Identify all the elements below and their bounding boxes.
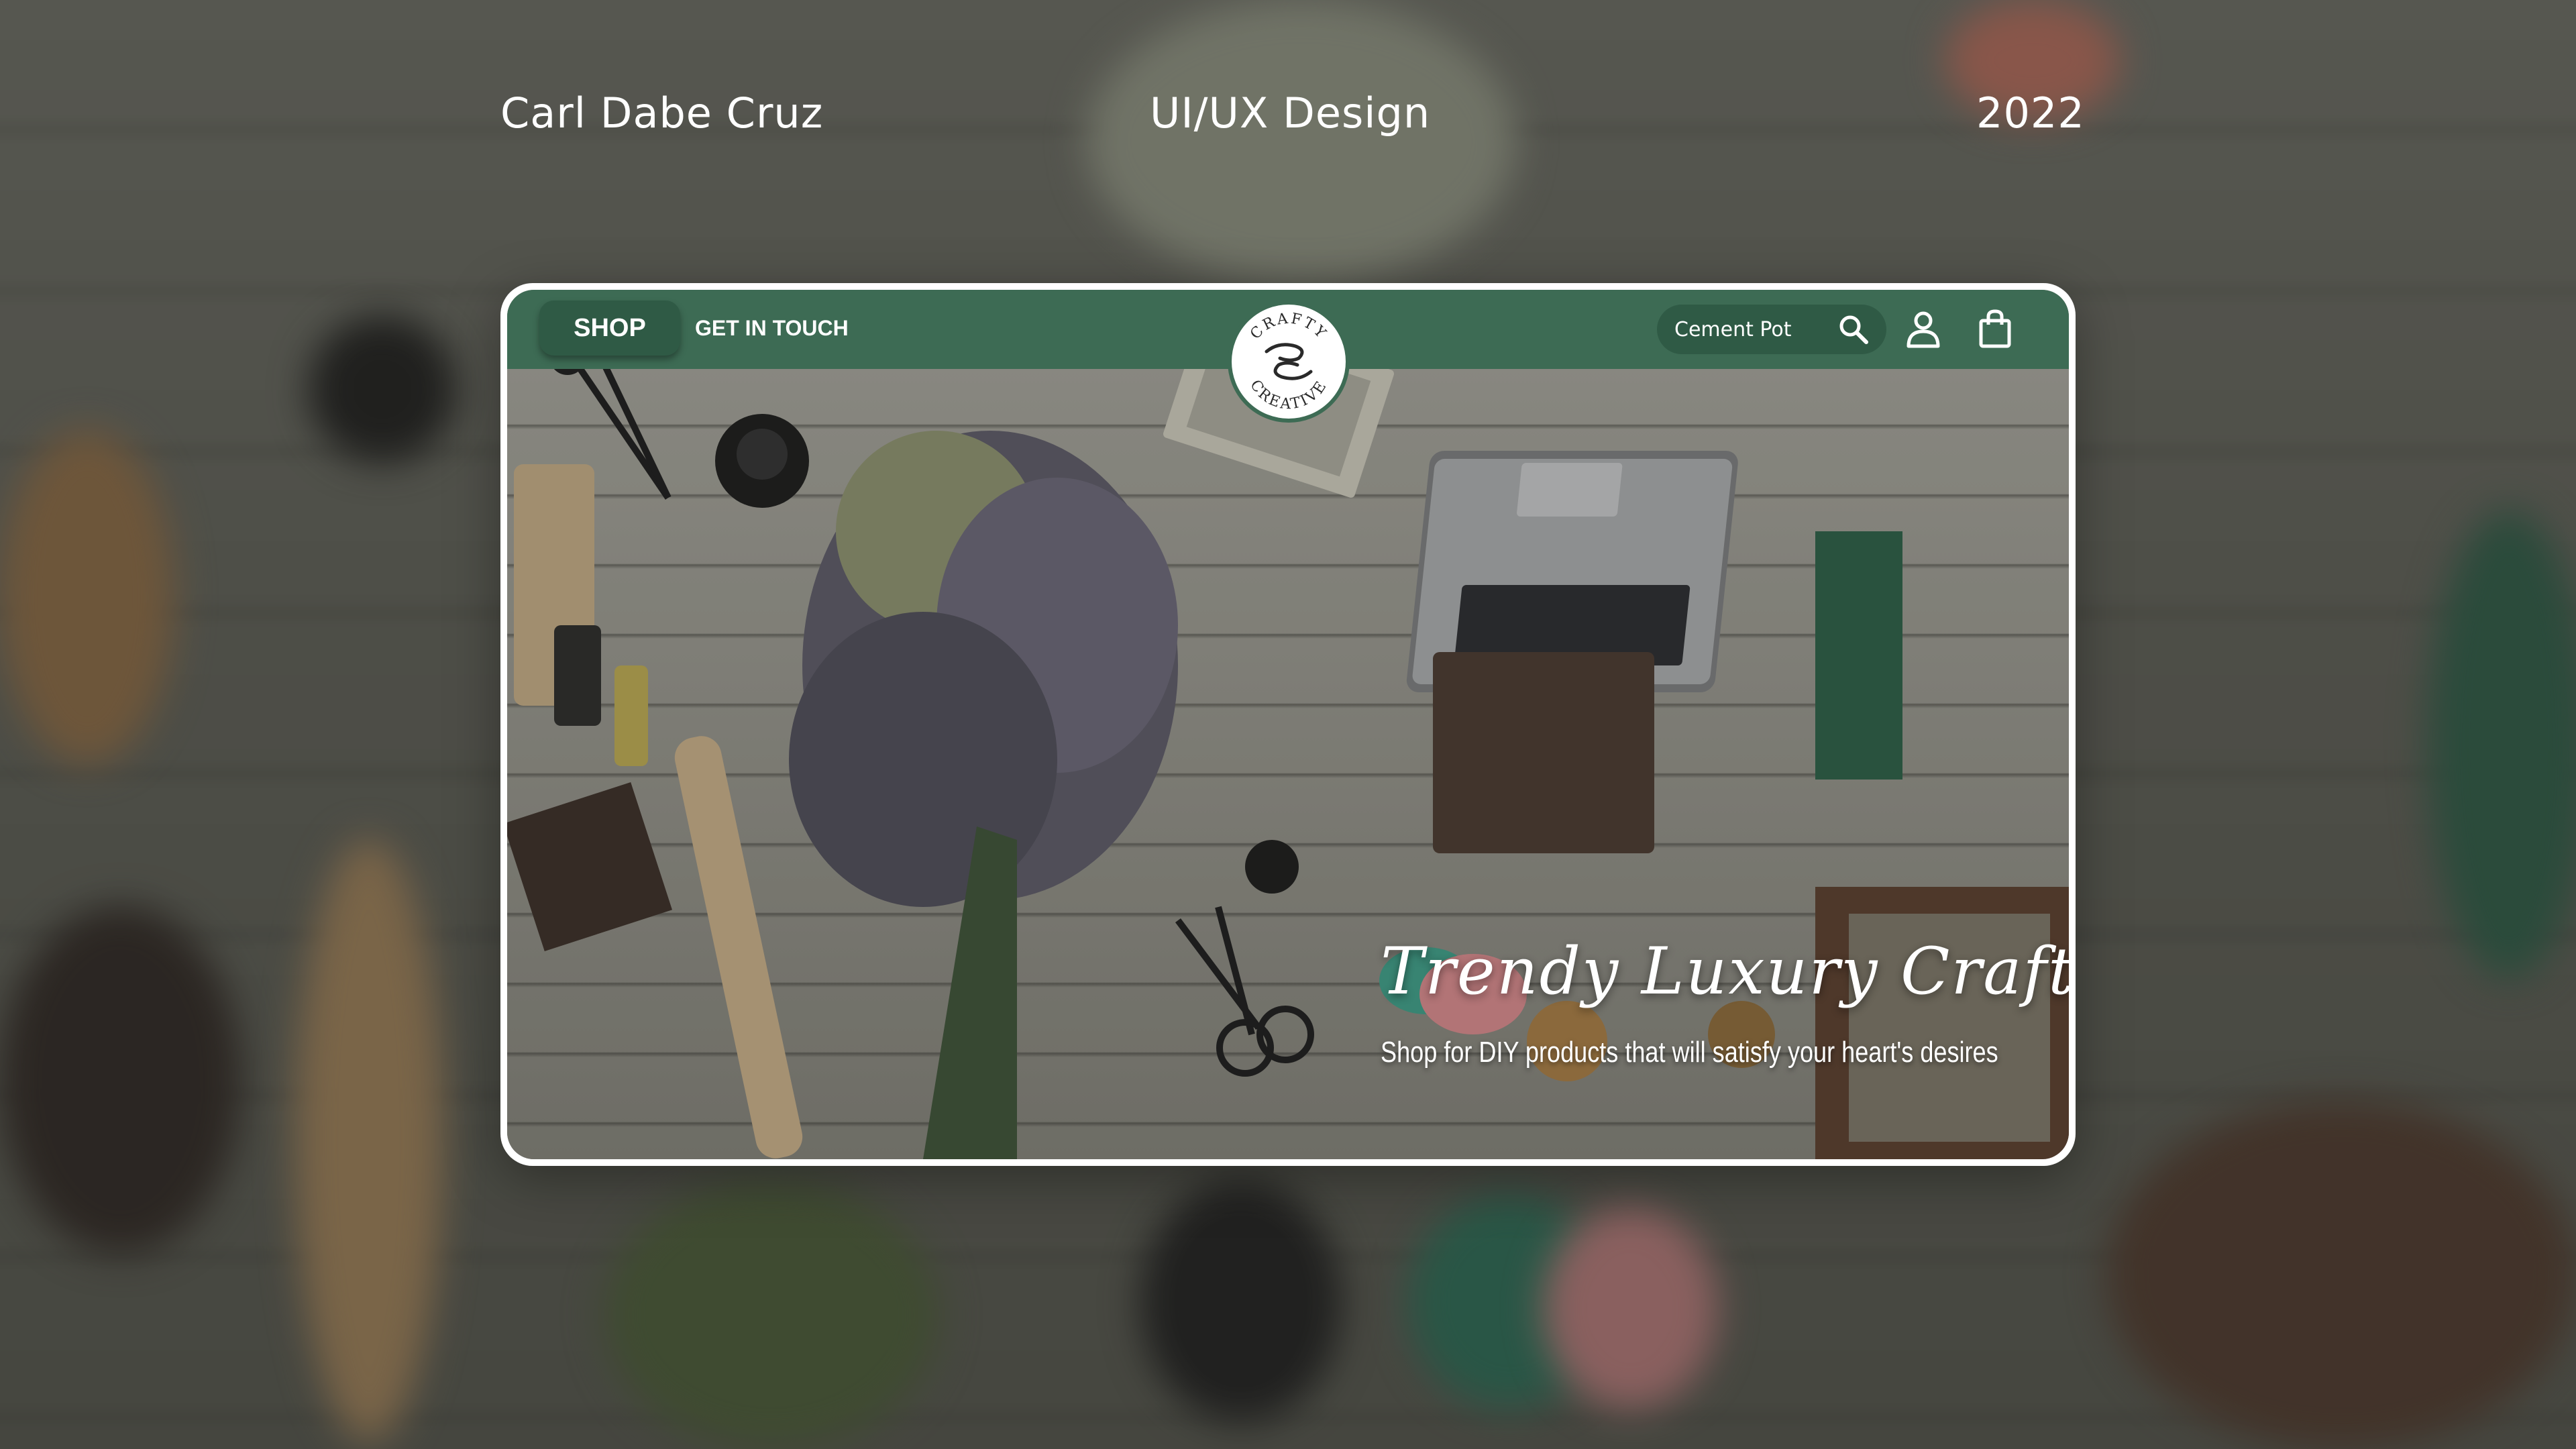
hands-icon: [1265, 343, 1313, 380]
user-account-icon[interactable]: [1905, 310, 1941, 349]
hero-subtitle: Shop for DIY products that will satisfy …: [1381, 1036, 1998, 1069]
shopping-bag-icon[interactable]: [1978, 309, 2012, 349]
logo-top-text: CRAFTY: [1247, 310, 1328, 343]
website-screen: Trendy Luxury Crafts Shop for DIY produc…: [507, 290, 2069, 1159]
svg-text:CREATIVE: CREATIVE: [1246, 377, 1331, 413]
website-mockup-frame: Trendy Luxury Crafts Shop for DIY produc…: [500, 283, 2076, 1166]
svg-text:CRAFTY: CRAFTY: [1247, 310, 1330, 343]
logo-emblem: CRAFTY CREATIVE: [1246, 310, 1331, 413]
logo-bottom-text: CREATIVE: [1246, 377, 1329, 413]
author-name: Carl Dabe Cruz: [500, 89, 824, 138]
search-icon[interactable]: [1837, 313, 1870, 346]
search-bar[interactable]: [1657, 305, 1886, 354]
hero-title: Trendy Luxury Crafts: [1381, 934, 2069, 1009]
crafty-creative-logo[interactable]: CRAFTY CREATIVE: [1228, 301, 1350, 423]
discipline-label: UI/UX Design: [1150, 89, 1431, 138]
get-in-touch-nav-link[interactable]: GET IN TOUCH: [695, 311, 849, 345]
year-label: 2022: [1976, 89, 2085, 138]
search-input[interactable]: [1674, 313, 1829, 346]
shop-nav-button[interactable]: SHOP: [539, 301, 680, 356]
